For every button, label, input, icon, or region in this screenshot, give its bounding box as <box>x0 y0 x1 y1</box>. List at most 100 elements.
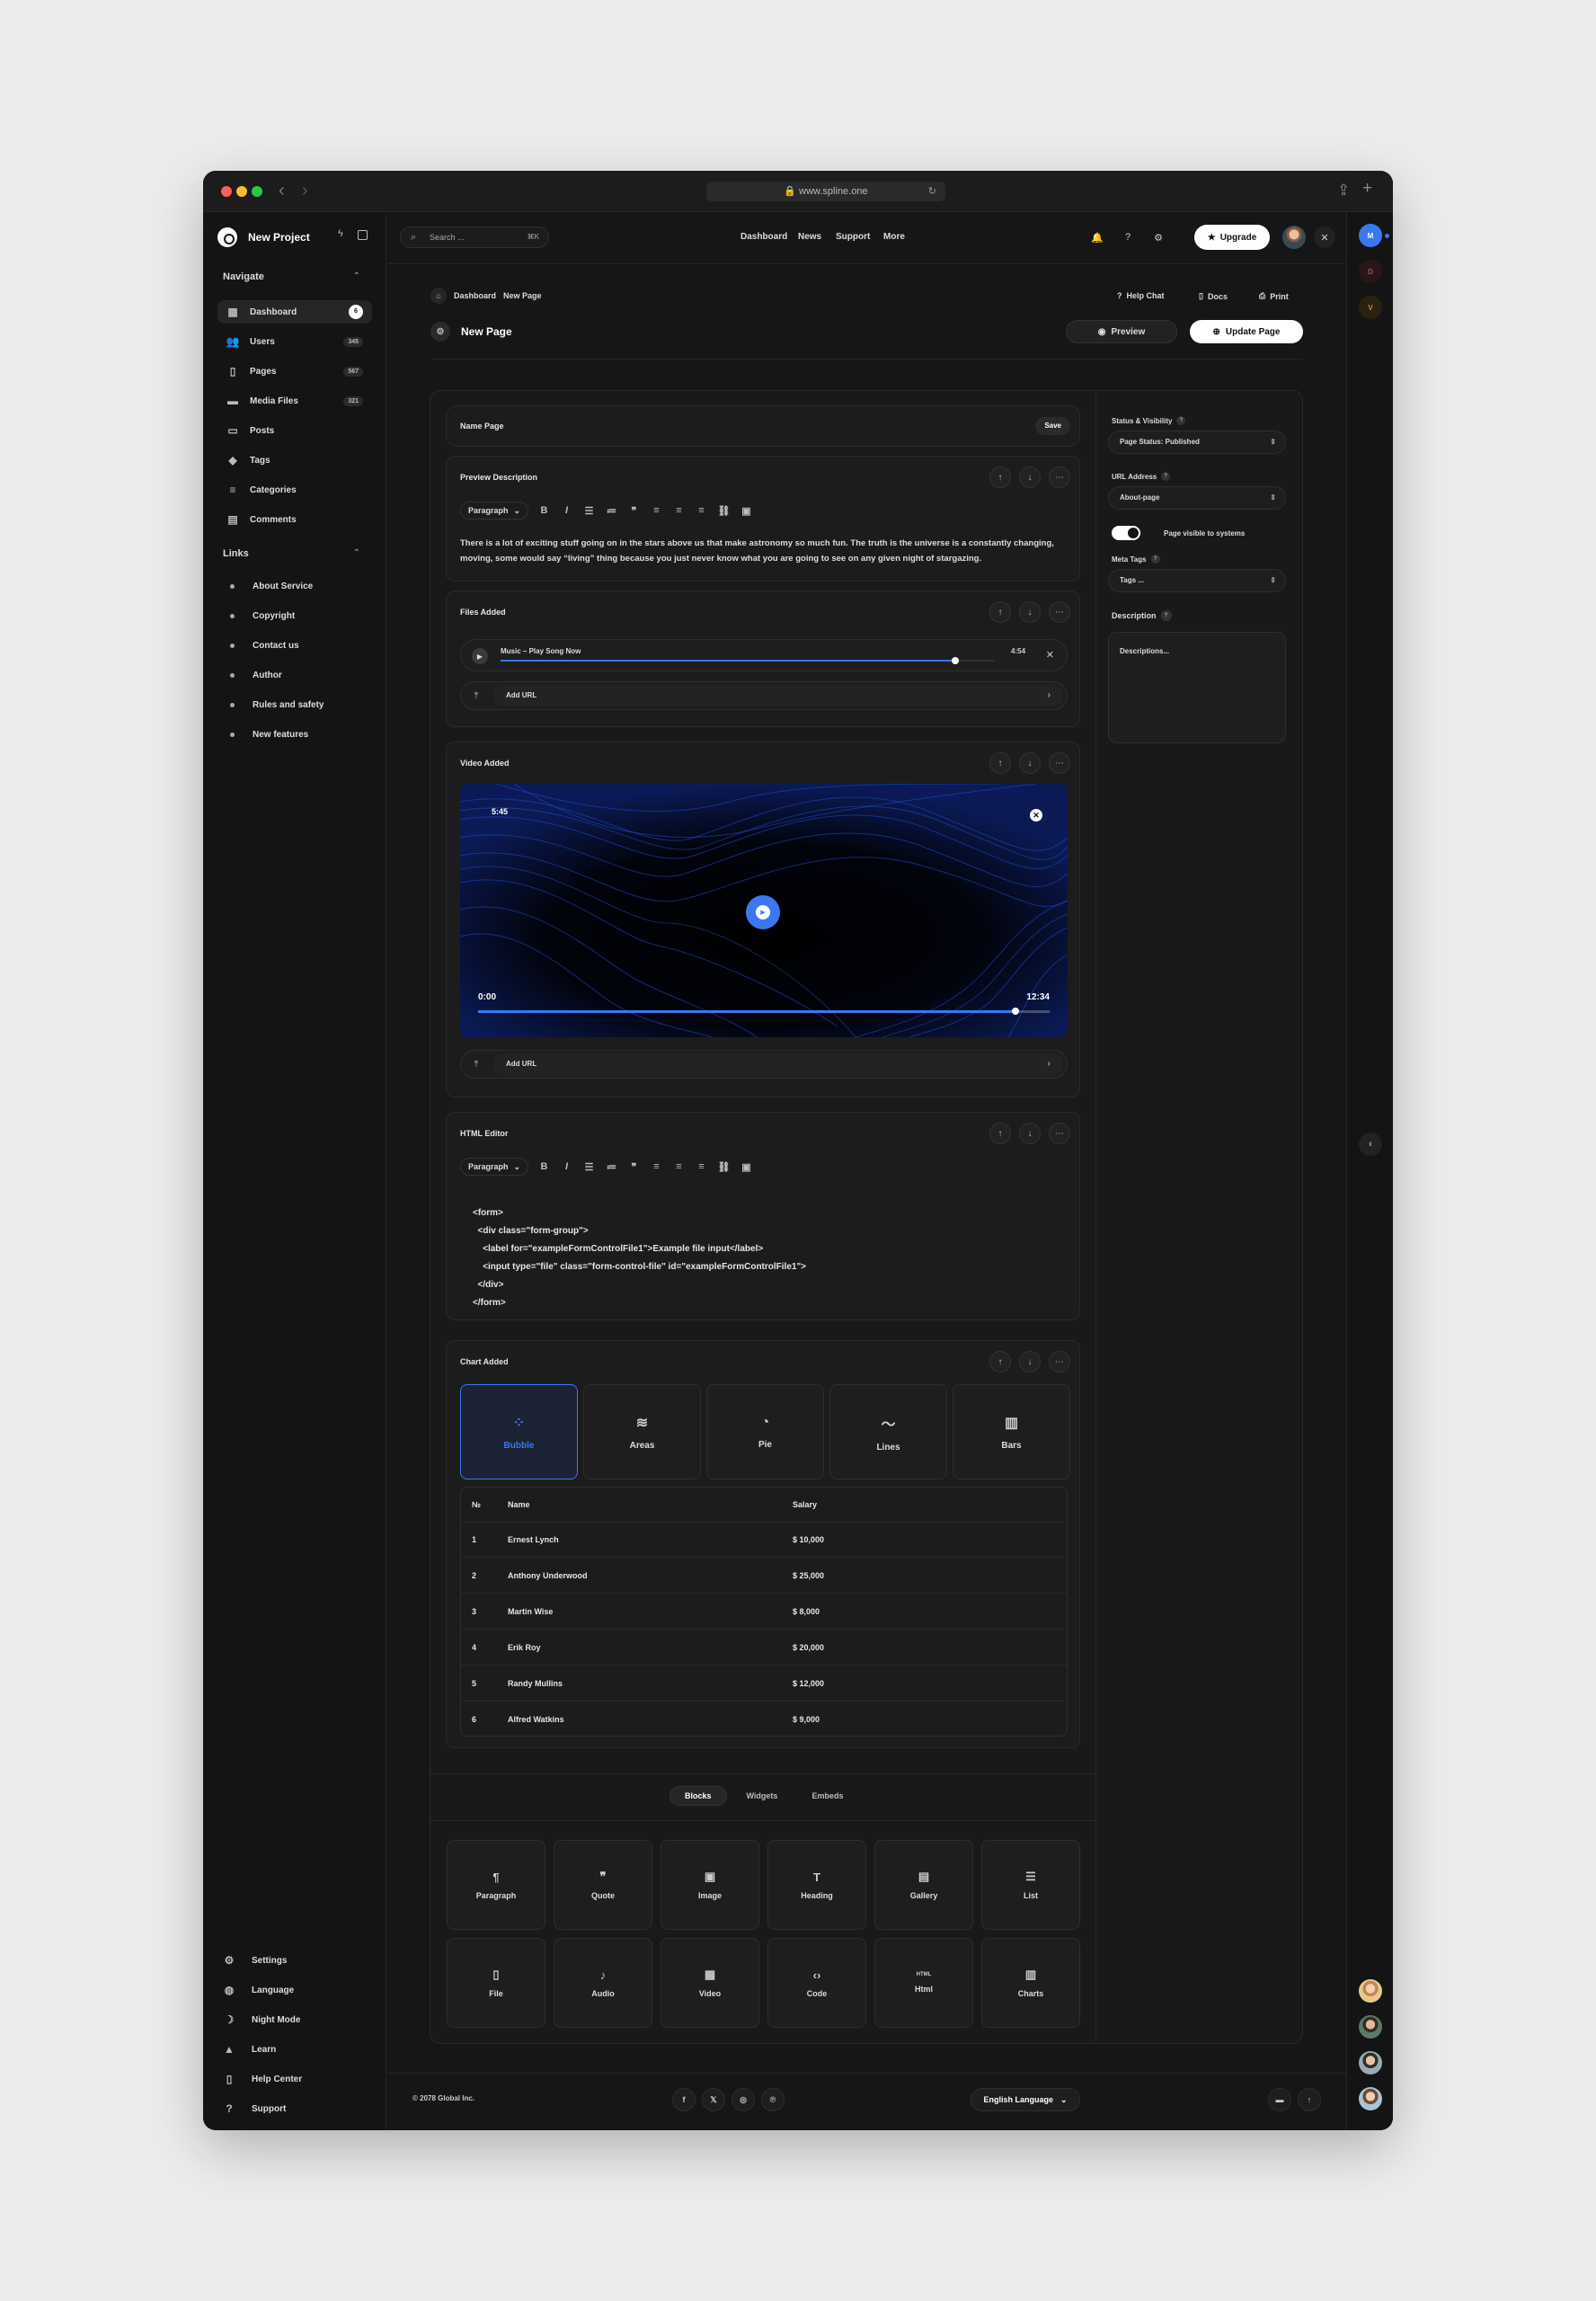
quote-icon[interactable]: ❞ <box>627 1161 641 1173</box>
html-code[interactable]: <form> <div class="form-group"> <label f… <box>473 1204 806 1312</box>
user-avatar[interactable] <box>1359 2015 1382 2039</box>
navigate-collapse-icon[interactable]: ⌃ <box>353 271 360 281</box>
upload-icon[interactable]: ⤒ <box>470 1058 483 1071</box>
move-up-icon[interactable]: ↑ <box>989 601 1011 623</box>
breadcrumb-item[interactable]: New Page <box>503 291 542 300</box>
more-icon[interactable]: ⋯ <box>1049 466 1070 488</box>
quote-icon[interactable]: ❞ <box>627 505 641 517</box>
layout-toggle-icon[interactable] <box>358 230 368 240</box>
bullet-list-icon[interactable]: ☰ <box>582 505 596 517</box>
block-html[interactable]: HTML Html <box>874 1938 973 2028</box>
upgrade-button[interactable]: ★ Upgrade <box>1194 225 1270 250</box>
workspace-avatar-v[interactable]: V <box>1359 296 1382 319</box>
block-image[interactable]: ▣ Image <box>661 1840 759 1930</box>
collapse-rail-icon[interactable]: ‹ <box>1359 1133 1382 1156</box>
align-left-icon[interactable]: ≡ <box>650 1161 663 1172</box>
chart-type-bars[interactable]: ▥ Bars <box>953 1384 1070 1479</box>
image-icon[interactable]: ▣ <box>740 505 753 517</box>
visibility-toggle[interactable] <box>1112 526 1140 540</box>
reload-icon[interactable]: ↻ <box>928 182 936 201</box>
zoom-window-dot[interactable] <box>252 186 262 197</box>
description-text[interactable]: There is a lot of exciting stuff going o… <box>460 536 1071 566</box>
name-page-field[interactable]: Name Page Save <box>446 405 1080 447</box>
user-avatar[interactable] <box>1359 1979 1382 2003</box>
table-row[interactable]: 3 Martin Wise $ 8,000 <box>461 1595 1067 1630</box>
play-icon[interactable]: ▶ <box>472 648 488 664</box>
move-up-icon[interactable]: ↑ <box>989 1351 1011 1373</box>
video-scrubber[interactable] <box>1011 1008 1019 1015</box>
link-about-service[interactable]: About Service <box>230 582 313 591</box>
paragraph-select[interactable]: Paragraph ⌄ <box>460 1158 528 1176</box>
upload-icon[interactable]: ⤒ <box>470 689 483 702</box>
block-video[interactable]: ▦ Video <box>661 1938 759 2028</box>
bullet-list-icon[interactable]: ☰ <box>582 1161 596 1173</box>
video-player[interactable]: 5:45 ✕ ▶ 0:00 12:34 <box>460 784 1068 1037</box>
help-icon[interactable]: ? <box>1117 227 1139 248</box>
language-select[interactable]: English Language ⌄ <box>971 2088 1080 2111</box>
topnav-more[interactable]: More <box>883 232 905 242</box>
block-charts[interactable]: ▥ Charts <box>981 1938 1080 2028</box>
gear-icon[interactable]: ⚙ <box>1148 227 1169 248</box>
paragraph-select[interactable]: Paragraph ⌄ <box>460 502 528 520</box>
sidebar-item-help-center[interactable]: ▯ Help Center <box>223 2073 302 2085</box>
new-tab-icon[interactable]: + <box>1362 179 1372 199</box>
minimize-window-dot[interactable] <box>236 186 247 197</box>
add-url-input[interactable]: Add URL › <box>493 1053 1063 1075</box>
link-icon[interactable]: ⛓ <box>717 505 731 517</box>
x-icon[interactable]: 𝕏 <box>702 2088 725 2111</box>
numbered-list-icon[interactable]: ≔ <box>605 1161 618 1173</box>
sidebar-item-support[interactable]: ? Support <box>223 2102 286 2115</box>
info-icon[interactable]: ? <box>1161 472 1171 481</box>
breadcrumb-item[interactable]: Dashboard <box>454 291 496 300</box>
user-avatar[interactable] <box>1282 226 1306 249</box>
sidebar-item-categories[interactable]: ≡ Categories <box>217 478 372 502</box>
more-icon[interactable]: ⋯ <box>1049 1123 1070 1144</box>
chart-type-areas[interactable]: ≋ Areas <box>583 1384 701 1479</box>
block-code[interactable]: ‹› Code <box>767 1938 866 2028</box>
chart-type-bubble[interactable]: ⁘ Bubble <box>460 1384 578 1479</box>
align-right-icon[interactable]: ≡ <box>695 505 708 516</box>
align-left-icon[interactable]: ≡ <box>650 505 663 516</box>
chart-type-lines[interactable]: 〜 Lines <box>829 1384 947 1479</box>
page-settings-icon[interactable]: ⚙ <box>430 322 450 342</box>
sidebar-item-night-mode[interactable]: ☽ Night Mode <box>223 2013 301 2026</box>
block-list[interactable]: ☰ List <box>981 1840 1080 1930</box>
workspace-avatar-m[interactable]: M <box>1359 224 1382 247</box>
pinterest-icon[interactable]: ℗ <box>761 2088 785 2111</box>
link-icon[interactable]: ⛓ <box>717 1161 731 1173</box>
italic-icon[interactable]: I <box>560 505 573 516</box>
topnav-news[interactable]: News <box>798 232 821 242</box>
numbered-list-icon[interactable]: ≔ <box>605 505 618 517</box>
bell-icon[interactable]: 🔔 <box>1086 227 1108 248</box>
link-rules-and-safety[interactable]: Rules and safety <box>230 700 324 710</box>
facebook-icon[interactable]: f <box>672 2088 696 2111</box>
workspace-avatar-d[interactable]: D <box>1359 260 1382 283</box>
preview-button[interactable]: ◉ Preview <box>1066 320 1177 343</box>
table-row[interactable]: 2 Anthony Underwood $ 25,000 <box>461 1559 1067 1594</box>
links-collapse-icon[interactable]: ⌃ <box>353 548 360 558</box>
info-icon[interactable]: ? <box>1160 610 1172 621</box>
move-up-icon[interactable]: ↑ <box>989 1123 1011 1144</box>
move-up-icon[interactable]: ↑ <box>989 466 1011 488</box>
scroll-top-icon[interactable]: ↑ <box>1298 2088 1321 2111</box>
sidebar-item-users[interactable]: 👥 Users 345 <box>217 330 372 353</box>
audio-scrubber[interactable] <box>952 657 959 664</box>
info-icon[interactable]: ? <box>1150 555 1160 564</box>
more-icon[interactable]: ⋯ <box>1049 1351 1070 1373</box>
sidebar-item-posts[interactable]: ▭ Posts <box>217 419 372 442</box>
user-avatar[interactable] <box>1359 2051 1382 2074</box>
video-progress[interactable] <box>478 1008 1050 1015</box>
url-bar[interactable]: 🔒 www.spline.one ↻ <box>706 182 945 201</box>
user-avatar[interactable] <box>1359 2087 1382 2110</box>
chat-icon[interactable]: ▬ <box>1268 2088 1291 2111</box>
move-down-icon[interactable]: ↓ <box>1019 1351 1041 1373</box>
block-gallery[interactable]: ▤ Gallery <box>874 1840 973 1930</box>
audio-progress[interactable] <box>501 657 995 664</box>
sidebar-item-comments[interactable]: ▤ Comments <box>217 508 372 531</box>
align-center-icon[interactable]: ≡ <box>672 1161 686 1172</box>
block-audio[interactable]: ♪ Audio <box>554 1938 652 2028</box>
topnav-dashboard[interactable]: Dashboard <box>740 232 787 242</box>
sidebar-item-language[interactable]: ◍ Language <box>223 1984 294 1996</box>
play-button[interactable]: ▶ <box>746 895 780 929</box>
sidebar-item-dashboard[interactable]: ▦ Dashboard 6 <box>217 300 372 324</box>
